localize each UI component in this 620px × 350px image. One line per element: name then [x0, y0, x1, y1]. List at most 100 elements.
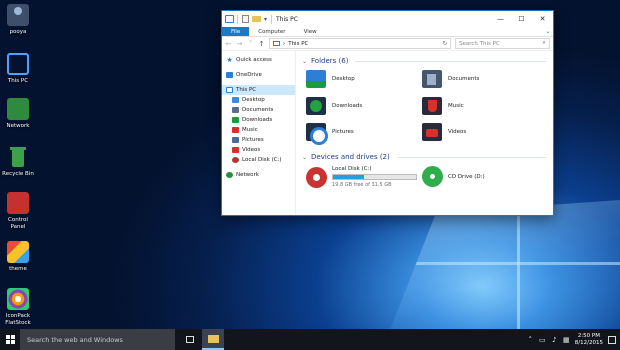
folder-label: Downloads: [332, 103, 363, 109]
desktop-icon-network[interactable]: Network: [0, 98, 36, 130]
desktop-folder-icon: [306, 70, 326, 88]
back-arrow-icon[interactable]: ←: [225, 40, 232, 48]
desktop-icon-label: Recycle Bin: [2, 171, 34, 177]
nav-item-documents[interactable]: Documents: [222, 105, 295, 115]
close-button[interactable]: ✕: [532, 11, 553, 27]
group-title: Folders (6): [311, 57, 349, 65]
folder-label: Documents: [448, 76, 480, 82]
group-divider: [355, 60, 547, 62]
star-icon: ★: [226, 56, 233, 64]
tab-file[interactable]: File: [222, 27, 250, 36]
start-button[interactable]: [0, 329, 20, 350]
action-center-icon[interactable]: [608, 335, 616, 344]
expand-ribbon-icon[interactable]: ⌄: [543, 27, 553, 36]
user-icon: [7, 4, 29, 26]
search-placeholder: Search This PC: [459, 40, 500, 47]
folder-item-desktop[interactable]: Desktop: [306, 70, 355, 88]
forward-arrow-icon[interactable]: →: [236, 40, 243, 48]
folder-item-downloads[interactable]: Downloads: [306, 97, 362, 115]
drive-label: Local Disk (C:): [332, 166, 372, 172]
taskbar-file-explorer[interactable]: [202, 329, 224, 350]
explorer-window[interactable]: ▾ This PC — ☐ ✕ File Computer View ⌄ ← →…: [221, 10, 554, 216]
drive-label: CD Drive (D:): [448, 173, 485, 180]
nav-item-onedrive[interactable]: OneDrive: [222, 70, 295, 80]
nav-item-quick-access[interactable]: ★ Quick access: [222, 55, 295, 65]
taskbar-search-box[interactable]: Search the web and Windows: [20, 329, 175, 350]
desktop-icon-user[interactable]: pooya: [0, 4, 36, 36]
onedrive-icon: [226, 72, 233, 78]
nav-item-downloads[interactable]: Downloads: [222, 115, 295, 125]
local-disk-icon: [232, 157, 239, 163]
wallpaper-windows-logo: [390, 200, 620, 330]
drives-group-header[interactable]: ⌄ Devices and drives (2): [302, 151, 547, 163]
nav-item-label: Network: [236, 172, 259, 178]
nav-item-label: Music: [242, 127, 258, 133]
nav-item-label: Pictures: [242, 137, 264, 143]
new-folder-icon[interactable]: [252, 16, 261, 22]
desktop-icon-iconpack[interactable]: IconPack FlatStock: [0, 288, 36, 326]
nav-item-music[interactable]: Music: [222, 125, 295, 135]
breadcrumb[interactable]: This PC: [288, 41, 308, 47]
desktop-icon-this-pc[interactable]: This PC: [0, 53, 36, 85]
folder-item-pictures[interactable]: Pictures: [306, 123, 354, 145]
clock[interactable]: 2:50 PM 8/12/2015: [575, 333, 603, 347]
show-hidden-icons-icon[interactable]: ˄: [527, 336, 534, 344]
folder-item-music[interactable]: Music: [422, 97, 464, 115]
search-input[interactable]: Search This PC ⌕: [455, 38, 550, 49]
clock-date: 8/12/2015: [574, 339, 603, 346]
group-divider: [396, 156, 547, 158]
refresh-icon[interactable]: ↻: [440, 41, 450, 47]
nav-item-videos[interactable]: Videos: [222, 145, 295, 155]
nav-item-label: Documents: [242, 107, 274, 113]
desktop-icon-theme[interactable]: theme: [0, 241, 36, 273]
taskbar-search-placeholder: Search the web and Windows: [27, 335, 123, 344]
navigation-pane: ★ Quick access OneDrive This PC Desktop …: [222, 51, 296, 215]
up-arrow-icon[interactable]: ↑: [258, 40, 265, 48]
search-icon[interactable]: ⌕: [539, 40, 549, 47]
nav-item-network[interactable]: Network: [222, 170, 295, 180]
nav-item-label: Desktop: [242, 97, 265, 103]
this-pc-icon: [7, 53, 29, 75]
theme-icon: [7, 241, 29, 263]
network-tray-icon[interactable]: ▭: [539, 336, 546, 344]
tab-view[interactable]: View: [295, 27, 326, 36]
desktop-icon-control-panel[interactable]: Control Panel: [0, 192, 36, 230]
folder-label: Desktop: [332, 76, 355, 82]
volume-icon[interactable]: ♪: [551, 336, 558, 344]
drive-item-local-disk[interactable]: Local Disk (C:) 19.8 GB free of 31.5 GB: [306, 166, 417, 188]
music-folder-icon: [232, 127, 239, 133]
quick-access-toolbar-dropdown-icon[interactable]: ▾: [264, 16, 267, 23]
minimize-button[interactable]: —: [490, 11, 511, 27]
nav-item-local-disk[interactable]: Local Disk (C:): [222, 155, 295, 165]
nav-item-label: Quick access: [236, 57, 272, 63]
task-view-button[interactable]: [178, 329, 202, 350]
folder-label: Music: [448, 103, 464, 109]
keyboard-icon[interactable]: ▦: [563, 336, 570, 344]
task-view-icon: [186, 336, 194, 343]
desktop-icon-label: This PC: [7, 78, 29, 84]
documents-folder-icon: [232, 107, 239, 113]
tab-computer[interactable]: Computer: [249, 27, 294, 36]
desktop-icon-recycle-bin[interactable]: Recycle Bin: [0, 146, 36, 178]
title-bar[interactable]: ▾ This PC — ☐ ✕: [222, 11, 553, 27]
recent-locations-icon[interactable]: ˅: [247, 40, 254, 48]
collapse-chevron-icon[interactable]: ⌄: [302, 58, 307, 65]
system-tray: ˄ ▭ ♪ ▦ 2:50 PM 8/12/2015: [527, 329, 620, 350]
folders-group-header[interactable]: ⌄ Folders (6): [302, 55, 547, 67]
drive-item-cd[interactable]: CD Drive (D:): [422, 166, 485, 187]
nav-item-this-pc[interactable]: This PC: [222, 85, 295, 95]
this-pc-icon: [226, 87, 233, 93]
properties-icon[interactable]: [242, 15, 249, 23]
nav-item-pictures[interactable]: Pictures: [222, 135, 295, 145]
address-bar[interactable]: › This PC ↻: [269, 38, 451, 49]
collapse-chevron-icon[interactable]: ⌄: [302, 154, 307, 161]
maximize-button[interactable]: ☐: [511, 11, 532, 27]
drive-free-space: 19.8 GB free of 31.5 GB: [332, 182, 392, 188]
folder-item-documents[interactable]: Documents: [422, 70, 479, 88]
nav-item-label: Videos: [242, 147, 261, 153]
control-panel-icon: [7, 192, 29, 214]
breadcrumb-separator: ›: [283, 40, 286, 47]
nav-item-desktop[interactable]: Desktop: [222, 95, 295, 105]
this-pc-icon: [225, 15, 234, 23]
folder-item-videos[interactable]: Videos: [422, 123, 466, 141]
